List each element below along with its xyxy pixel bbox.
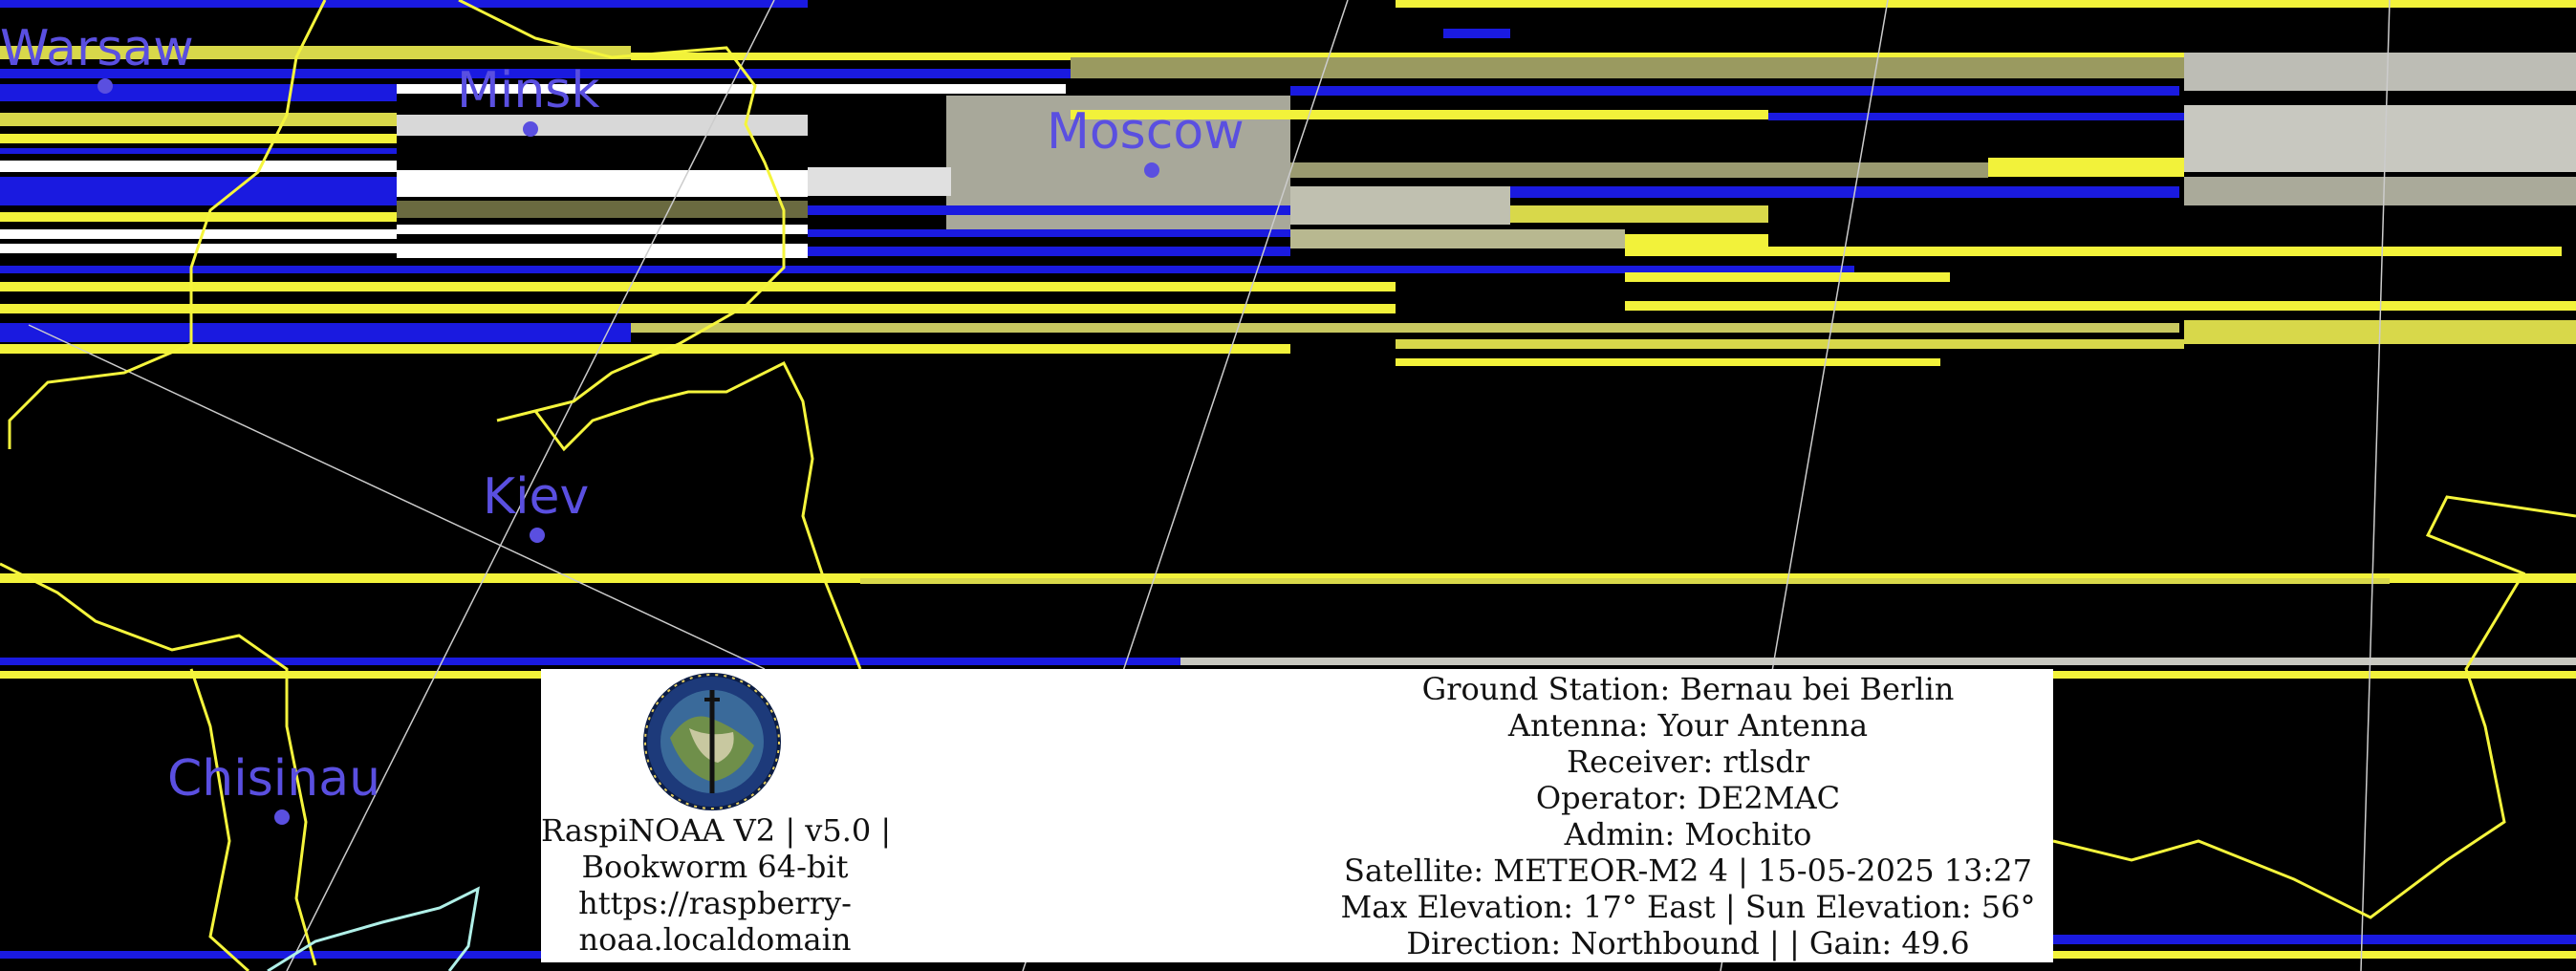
receiver: Receiver: rtlsdr [1567,744,1809,780]
coastline [267,886,480,971]
station-url-line2: noaa.localdomain [578,921,852,958]
city-label-moscow: Moscow [1047,103,1245,161]
direction-gain: Direction: Northbound | | Gain: 49.6 [1406,925,1970,961]
city-marker-chisinau: Chisinau [167,750,380,825]
software-version: RaspiNOAA V2 | v5.0 | [541,812,892,849]
ground-station: Ground Station: Bernau bei Berlin [1421,671,1955,707]
city-label-kiev: Kiev [483,468,589,526]
city-label-warsaw: Warsaw [0,20,194,77]
satellite-image: Warsaw Minsk Moscow Kiev Chisinau RaspiN… [0,0,2576,971]
info-panel: RaspiNOAA V2 | v5.0 | Bookworm 64-bit ht… [541,669,2053,962]
elevation-info: Max Elevation: 17° East | Sun Elevation:… [1340,889,2036,925]
city-marker-warsaw: Warsaw [0,20,194,94]
pass-details: Ground Station: Bernau bei Berlin Antenn… [1325,671,2051,961]
operator: Operator: DE2MAC [1535,780,1841,816]
station-url-line1: https://raspberry- [578,885,852,921]
satellite-timestamp: Satellite: METEOR-M2 4 | 15-05-2025 13:2… [1344,852,2032,889]
os-version: Bookworm 64-bit [581,849,849,885]
antenna: Antenna: Your Antenna [1507,707,1869,744]
station-software-info: RaspiNOAA V2 | v5.0 | Bookworm 64-bit ht… [541,812,892,958]
city-marker-kiev: Kiev [483,468,589,543]
city-label-minsk: Minsk [457,62,599,119]
admin: Admin: Mochito [1564,816,1812,852]
raspinoaa-logo-icon [643,673,781,810]
city-label-chisinau: Chisinau [167,750,380,808]
